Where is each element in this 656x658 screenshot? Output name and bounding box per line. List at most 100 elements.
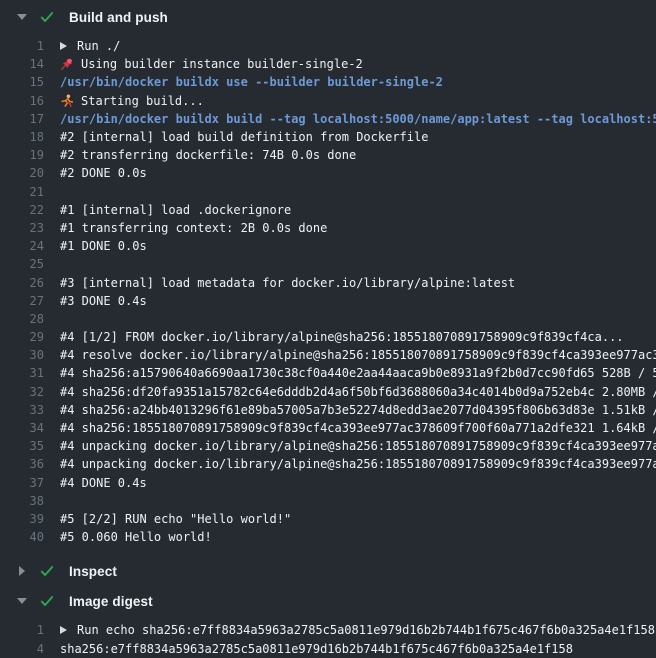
actions-log-viewer: Build and push 1 Run ./ 14 Using builder… bbox=[0, 0, 656, 658]
log-line: 37 #4 DONE 0.4s bbox=[0, 474, 656, 492]
log-text: sha256:e7ff8834a5963a2785c5a0811e979d16b… bbox=[60, 640, 656, 658]
log-text: #4 unpacking docker.io/library/alpine@sh… bbox=[60, 455, 656, 473]
line-number[interactable]: 26 bbox=[0, 274, 44, 292]
log-text: #4 resolve docker.io/library/alpine@sha2… bbox=[60, 346, 656, 364]
log-line: 29 #4 [1/2] FROM docker.io/library/alpin… bbox=[0, 328, 656, 346]
line-number[interactable]: 4 bbox=[0, 640, 44, 658]
line-number[interactable]: 35 bbox=[0, 437, 44, 455]
section-log-body: 1 Run echo sha256:e7ff8834a5963a2785c5a0… bbox=[0, 616, 656, 658]
line-number[interactable]: 30 bbox=[0, 346, 44, 364]
log-line: 33 #4 sha256:a24bb4013296f61e89ba57005a7… bbox=[0, 401, 656, 419]
log-line: 24 #1 DONE 0.0s bbox=[0, 237, 656, 255]
line-number[interactable]: 1 bbox=[0, 621, 44, 639]
line-number[interactable]: 32 bbox=[0, 383, 44, 401]
section-title: Build and push bbox=[69, 10, 168, 25]
log-line: 27 #3 DONE 0.4s bbox=[0, 292, 656, 310]
log-line: 15 /usr/bin/docker buildx use --builder … bbox=[0, 73, 656, 91]
log-line: 30 #4 resolve docker.io/library/alpine@s… bbox=[0, 346, 656, 364]
log-text: #1 DONE 0.0s bbox=[60, 237, 656, 255]
log-line: 28 bbox=[0, 310, 656, 328]
check-icon bbox=[39, 593, 55, 609]
line-number[interactable]: 36 bbox=[0, 455, 44, 473]
check-icon bbox=[39, 9, 55, 25]
log-text: Run ./ bbox=[60, 37, 656, 55]
line-number[interactable]: 28 bbox=[0, 310, 44, 328]
log-line: 22 #1 [internal] load .dockerignore bbox=[0, 201, 656, 219]
line-number[interactable]: 14 bbox=[0, 55, 44, 73]
log-text: /usr/bin/docker buildx use --builder bui… bbox=[60, 73, 656, 91]
line-number[interactable]: 37 bbox=[0, 474, 44, 492]
line-number[interactable]: 39 bbox=[0, 510, 44, 528]
log-line: 18 #2 [internal] load build definition f… bbox=[0, 128, 656, 146]
line-number[interactable]: 18 bbox=[0, 128, 44, 146]
section-header[interactable]: Build and push bbox=[0, 2, 656, 32]
chevron-down-icon[interactable] bbox=[16, 598, 28, 604]
line-number[interactable]: 19 bbox=[0, 146, 44, 164]
log-group-line[interactable]: 1 Run ./ bbox=[0, 37, 656, 55]
log-text: Using builder instance builder-single-2 bbox=[60, 55, 656, 73]
section-log-body: 1 Run ./ 14 Using builder instance build… bbox=[0, 32, 656, 556]
line-number[interactable]: 38 bbox=[0, 492, 44, 510]
log-line: 4 sha256:e7ff8834a5963a2785c5a0811e979d1… bbox=[0, 639, 656, 657]
log-line: 38 bbox=[0, 492, 656, 510]
chevron-right-icon[interactable] bbox=[16, 566, 28, 576]
log-line: 25 bbox=[0, 255, 656, 273]
log-line: 17 /usr/bin/docker buildx build --tag lo… bbox=[0, 110, 656, 128]
line-number[interactable]: 21 bbox=[0, 183, 44, 201]
log-line: 39 #5 [2/2] RUN echo "Hello world!" bbox=[0, 510, 656, 528]
log-line: 32 #4 sha256:df20fa9351a15782c64e6dddb2d… bbox=[0, 383, 656, 401]
line-number[interactable]: 1 bbox=[0, 37, 44, 55]
log-text: #2 [internal] load build definition from… bbox=[60, 128, 656, 146]
log-line: 14 Using builder instance builder-single… bbox=[0, 55, 656, 73]
log-group-line[interactable]: 1 Run echo sha256:e7ff8834a5963a2785c5a0… bbox=[0, 621, 656, 639]
line-number[interactable]: 33 bbox=[0, 401, 44, 419]
section-header[interactable]: Inspect bbox=[0, 556, 656, 586]
log-line: 35 #4 unpacking docker.io/library/alpine… bbox=[0, 437, 656, 455]
log-text: /usr/bin/docker buildx build --tag local… bbox=[60, 110, 656, 128]
log-text: #3 DONE 0.4s bbox=[60, 292, 656, 310]
log-text: #4 sha256:df20fa9351a15782c64e6dddb2d4a6… bbox=[60, 383, 656, 401]
line-number[interactable]: 27 bbox=[0, 292, 44, 310]
line-number[interactable]: 31 bbox=[0, 364, 44, 382]
chevron-down-icon[interactable] bbox=[16, 14, 28, 20]
section-title: Inspect bbox=[69, 564, 117, 579]
line-number[interactable]: 22 bbox=[0, 201, 44, 219]
expand-group-icon[interactable] bbox=[60, 42, 67, 50]
line-number[interactable]: 20 bbox=[0, 164, 44, 182]
line-number[interactable]: 25 bbox=[0, 255, 44, 273]
log-text: #2 DONE 0.0s bbox=[60, 164, 656, 182]
log-text: #4 sha256:a24bb4013296f61e89ba57005a7b3e… bbox=[60, 401, 656, 419]
log-line: 23 #1 transferring context: 2B 0.0s done bbox=[0, 219, 656, 237]
log-line: 21 bbox=[0, 183, 656, 201]
check-icon bbox=[39, 563, 55, 579]
log-line: 26 #3 [internal] load metadata for docke… bbox=[0, 273, 656, 291]
log-text: #4 DONE 0.4s bbox=[60, 474, 656, 492]
log-text: #3 [internal] load metadata for docker.i… bbox=[60, 274, 656, 292]
line-number[interactable]: 17 bbox=[0, 110, 44, 128]
line-number[interactable]: 16 bbox=[0, 92, 44, 110]
line-number[interactable]: 15 bbox=[0, 73, 44, 91]
log-text: #4 sha256:a15790640a6690aa1730c38cf0a440… bbox=[60, 364, 656, 382]
log-text: Starting build... bbox=[60, 92, 656, 110]
log-text: #1 [internal] load .dockerignore bbox=[60, 201, 656, 219]
log-section: Build and push 1 Run ./ 14 Using builder… bbox=[0, 2, 656, 556]
section-header[interactable]: Image digest bbox=[0, 586, 656, 616]
line-number[interactable]: 34 bbox=[0, 419, 44, 437]
log-text: #5 [2/2] RUN echo "Hello world!" bbox=[60, 510, 656, 528]
line-number[interactable]: 29 bbox=[0, 328, 44, 346]
log-line: 31 #4 sha256:a15790640a6690aa1730c38cf0a… bbox=[0, 364, 656, 382]
log-line: 20 #2 DONE 0.0s bbox=[0, 164, 656, 182]
line-number[interactable]: 23 bbox=[0, 219, 44, 237]
log-text: #5 0.060 Hello world! bbox=[60, 528, 656, 546]
log-line: 19 #2 transferring dockerfile: 74B 0.0s … bbox=[0, 146, 656, 164]
runner-icon bbox=[60, 94, 74, 108]
pushpin-icon bbox=[60, 57, 74, 71]
line-number[interactable]: 40 bbox=[0, 528, 44, 546]
line-number[interactable]: 24 bbox=[0, 237, 44, 255]
log-line: 36 #4 unpacking docker.io/library/alpine… bbox=[0, 455, 656, 473]
log-text: #2 transferring dockerfile: 74B 0.0s don… bbox=[60, 146, 656, 164]
section-title: Image digest bbox=[69, 594, 153, 609]
log-line: 34 #4 sha256:185518070891758909c9f839cf4… bbox=[0, 419, 656, 437]
log-section: Inspect bbox=[0, 556, 656, 586]
expand-group-icon[interactable] bbox=[60, 626, 67, 634]
